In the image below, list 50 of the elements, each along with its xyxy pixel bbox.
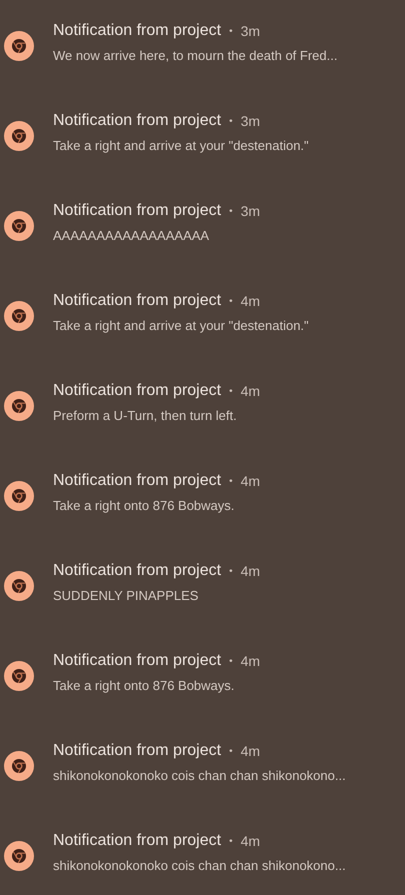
notification-time: 4m [240,563,260,579]
notification-time: 4m [240,293,260,309]
separator-dot: • [229,296,233,306]
notification-time: 3m [240,203,260,219]
app-icon [4,481,34,511]
notification-time: 4m [240,653,260,669]
separator-dot: • [229,656,233,666]
notification-title: Notification from project [53,202,222,220]
notification-title: Notification from project [53,472,222,490]
notification-title: Notification from project [53,22,222,40]
notification-time: 3m [240,23,260,39]
notification-text: Preform a U-Turn, then turn left. [53,408,238,423]
notification-title: Notification from project [53,832,222,850]
notification-text: AAAAAAAAAAAAAAAAAA [53,228,210,243]
app-icon [4,841,34,871]
notification-title: Notification from project [53,562,222,580]
app-icon [4,571,34,601]
notification-title: Notification from project [53,742,222,760]
notification-title: Notification from project [53,292,222,310]
notification-text: shikonokonokonoko cois chan chan shikonokono... [53,858,346,873]
notification-text: SUDDENLY PINAPPLES [53,588,200,603]
notification-text: Take a right onto 876 Bobways. [53,498,236,513]
separator-dot: • [229,116,233,126]
notification-time: 4m [240,743,260,759]
notification-text: shikonokonokonoko cois chan chan shikonokono... [53,768,346,783]
app-icon [4,391,34,421]
notification-title: Notification from project [53,382,222,400]
separator-dot: • [229,476,233,486]
app-icon [4,31,34,61]
notification-text: Take a right and arrive at your "destenation." [53,138,309,153]
notification-text: We now arrive here, to mourn the death of Fred... [53,48,338,63]
separator-dot: • [229,836,233,846]
notification-text: Take a right onto 876 Bobways. [53,678,236,693]
notification-time: 4m [240,473,260,489]
separator-dot: • [229,206,233,216]
app-icon [4,211,34,241]
separator-dot: • [229,386,233,396]
separator-dot: • [229,566,233,576]
notification-title: Notification from project [53,112,222,130]
notification-title: Notification from project [53,652,222,670]
separator-dot: • [229,746,233,756]
app-icon [4,661,34,691]
notification-time: 3m [240,113,260,129]
notification-text: Take a right and arrive at your "destenation." [53,318,309,333]
app-icon [4,751,34,781]
notification-time: 4m [240,833,260,849]
app-icon [4,301,34,331]
notification-time: 4m [240,383,260,399]
app-icon [4,121,34,151]
separator-dot: • [229,26,233,36]
